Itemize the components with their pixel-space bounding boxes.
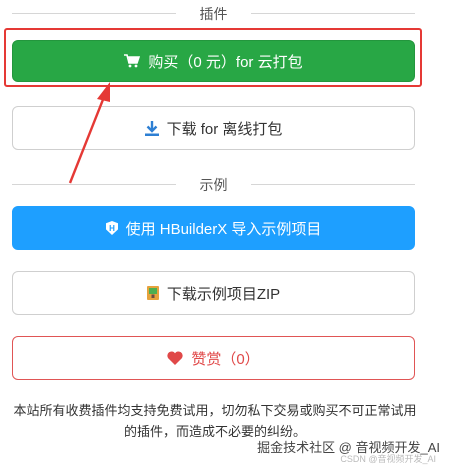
plugin-panel: 插件 购买（0 元）for 云打包 下载 for 离线打包 示例 H 使用 HB… xyxy=(0,0,450,465)
annotation-arrow xyxy=(68,82,110,184)
